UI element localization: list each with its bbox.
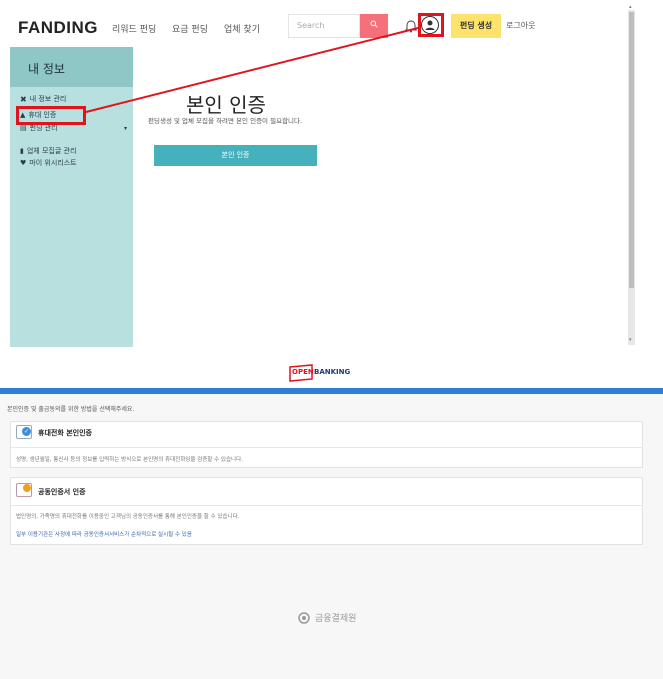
annotation-arrow [85,27,419,113]
page-title: 본인 인증 [186,93,266,117]
certificate-icon [16,483,32,497]
logo-banking-text: BANKING [314,368,351,376]
option-description: 성명, 생년월일, 통신사 등의 정보를 입력하는 방식으로 본인명의 휴대전화… [16,457,243,463]
footer-org: 금융결제원 [297,611,356,624]
identity-verify-button[interactable]: 본인 인증 [154,145,317,166]
openbanking-logo: OPEN BANKING [288,363,360,383]
divider [10,505,643,506]
option-description: 법인명의, 가족명의 휴대전화를 이용중인 고객님의 공동인증서를 통해 본인인… [16,514,240,520]
phone-check-icon: ✓ [16,425,32,439]
option-note: 일부 이용기관은 사정에 따라 공동인증서서비스가 순차적으로 실시될 수 있음 [16,532,192,538]
page-description: 펀딩생성 및 업체 모집을 하려면 본인 인증이 필요합니다. [148,117,303,125]
option-title[interactable]: 공동인증서 인증 [38,487,86,497]
kftc-logo-icon [298,611,310,624]
divider [10,447,643,448]
footer-org-name: 금융결제원 [315,614,357,624]
logo-open-text: OPEN [292,368,314,376]
instruction-text: 본인인증 및 출금동의를 위한 방법을 선택해주세요. [7,406,135,413]
option-title[interactable]: 휴대전화 본인인증 [38,428,92,438]
